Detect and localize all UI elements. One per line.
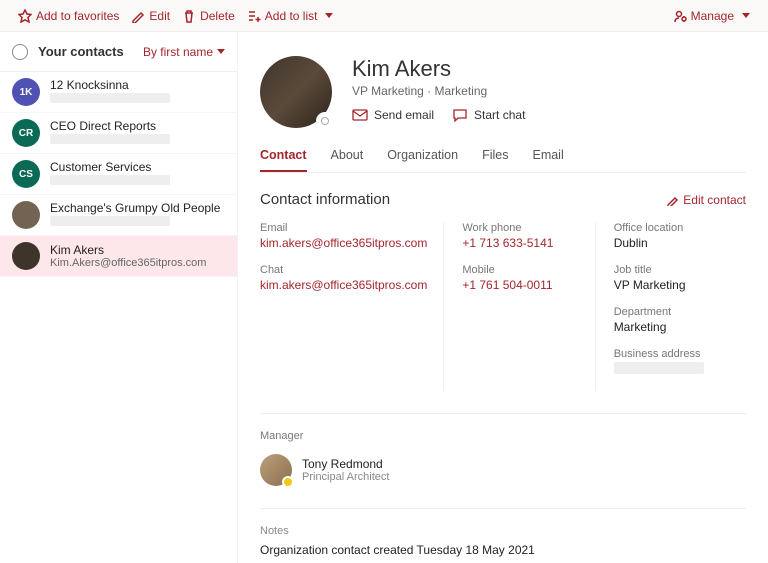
contact-list-item[interactable]: Exchange's Grumpy Old People	[0, 195, 237, 236]
tab-about[interactable]: About	[331, 148, 364, 172]
manager-title: Principal Architect	[302, 471, 389, 483]
field-value[interactable]: +1 761 504-0011	[462, 278, 578, 292]
field-value[interactable]: +1 713 633-5141	[462, 236, 578, 250]
add-to-favorites-button[interactable]: Add to favorites	[12, 5, 125, 27]
field-label: Department	[614, 306, 730, 318]
tab-files[interactable]: Files	[482, 148, 508, 172]
avatar-photo	[12, 242, 40, 270]
field-value[interactable]: kim.akers@office365itpros.com	[260, 236, 427, 250]
contact-list-item[interactable]: CS Customer Services	[0, 154, 237, 195]
edit-label: Edit	[149, 9, 170, 23]
contact-photo	[260, 56, 332, 128]
contact-item-name: 12 Knocksinna	[50, 78, 170, 92]
chevron-down-icon	[325, 13, 333, 18]
tab-organization[interactable]: Organization	[387, 148, 458, 172]
status-badge	[282, 476, 294, 488]
contact-item-name: Exchange's Grumpy Old People	[50, 201, 220, 215]
contact-detail-pane: Kim Akers VP Marketing · Marketing Send …	[238, 32, 768, 563]
contact-subtitle: VP Marketing · Marketing	[352, 84, 525, 98]
contact-item-name: CEO Direct Reports	[50, 119, 170, 133]
field-label: Work phone	[462, 222, 578, 234]
manager-photo	[260, 454, 292, 486]
contact-item-sub: Kim.Akers@office365itpros.com	[50, 257, 206, 269]
edit-contact-label: Edit contact	[683, 193, 746, 207]
contact-item-sub	[50, 216, 170, 226]
chevron-down-icon	[742, 13, 750, 18]
add-to-favorites-label: Add to favorites	[36, 9, 119, 23]
tab-email[interactable]: Email	[532, 148, 563, 172]
field-label: Job title	[614, 264, 730, 276]
presence-indicator	[316, 112, 334, 130]
contact-item-sub	[50, 93, 170, 103]
avatar-initials: 1K	[12, 78, 40, 106]
add-to-list-label: Add to list	[265, 9, 318, 23]
field-label: Email	[260, 222, 427, 234]
add-to-list-button[interactable]: Add to list	[241, 5, 340, 27]
delete-label: Delete	[200, 9, 235, 23]
field-value: Marketing	[614, 320, 730, 334]
toolbar: Add to favorites Edit Delete Add to list…	[0, 0, 768, 32]
field-label: Mobile	[462, 264, 578, 276]
notes-text: Organization contact created Tuesday 18 …	[260, 543, 746, 563]
chevron-down-icon	[217, 49, 225, 54]
field-label: Chat	[260, 264, 427, 276]
send-email-action[interactable]: Send email	[352, 108, 434, 122]
contact-list-item[interactable]: Kim AkersKim.Akers@office365itpros.com	[0, 236, 237, 277]
field-value	[614, 362, 704, 374]
field-value: VP Marketing	[614, 278, 730, 292]
chat-icon	[452, 108, 468, 122]
avatar-initials: CS	[12, 160, 40, 188]
start-chat-label: Start chat	[474, 108, 525, 122]
manager-card[interactable]: Tony Redmond Principal Architect	[260, 454, 746, 486]
sidebar-title: Your contacts	[38, 44, 124, 59]
mail-icon	[352, 108, 368, 122]
delete-button[interactable]: Delete	[176, 5, 241, 27]
contact-list-sidebar: Your contacts By first name 1K 12 Knocksi…	[0, 32, 238, 563]
star-icon	[18, 9, 32, 23]
pencil-icon	[131, 9, 145, 23]
field-label: Business address	[614, 348, 730, 360]
field-value: Dublin	[614, 236, 730, 250]
add-to-list-icon	[247, 9, 261, 23]
start-chat-action[interactable]: Start chat	[452, 108, 525, 122]
sort-dropdown[interactable]: By first name	[143, 45, 225, 59]
manager-name: Tony Redmond	[302, 457, 389, 471]
edit-button[interactable]: Edit	[125, 5, 176, 27]
avatar-initials: CR	[12, 119, 40, 147]
person-settings-icon	[673, 9, 687, 23]
avatar-photo	[12, 201, 40, 229]
contact-item-name: Kim Akers	[50, 243, 206, 257]
manage-button[interactable]: Manage	[667, 5, 756, 27]
field-label: Office location	[614, 222, 730, 234]
manage-label: Manage	[691, 9, 734, 23]
manager-label: Manager	[260, 430, 746, 442]
trash-icon	[182, 9, 196, 23]
sort-label: By first name	[143, 45, 213, 59]
notes-label: Notes	[260, 525, 746, 537]
contact-item-name: Customer Services	[50, 160, 170, 174]
field-value[interactable]: kim.akers@office365itpros.com	[260, 278, 427, 292]
pencil-icon	[667, 194, 679, 206]
contact-list-item[interactable]: 1K 12 Knocksinna	[0, 72, 237, 113]
edit-contact-link[interactable]: Edit contact	[667, 193, 746, 207]
contact-list-item[interactable]: CR CEO Direct Reports	[0, 113, 237, 154]
contact-info-heading: Contact information	[260, 191, 390, 208]
contact-item-sub	[50, 175, 170, 185]
detail-tabs: Contact About Organization Files Email	[260, 148, 746, 173]
send-email-label: Send email	[374, 108, 434, 122]
contact-name-heading: Kim Akers	[352, 56, 525, 82]
tab-contact[interactable]: Contact	[260, 148, 307, 172]
sidebar-header: Your contacts By first name	[0, 32, 237, 72]
select-all-radio[interactable]	[12, 44, 28, 60]
contact-item-sub	[50, 134, 170, 144]
